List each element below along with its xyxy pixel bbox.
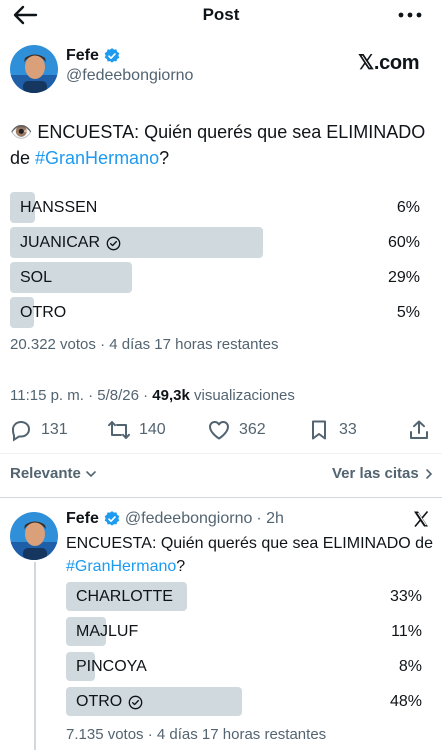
verified-badge-icon <box>104 48 120 63</box>
poll-option-label: SOL <box>20 269 53 286</box>
author-name[interactable]: Fefe <box>66 47 99 65</box>
poll-option: JUANICAR 60% <box>10 227 420 258</box>
thread-line <box>34 562 36 750</box>
author-info: Fefe @fedeebongiorno <box>66 47 193 85</box>
page-title: Post <box>202 5 240 24</box>
sort-dropdown[interactable]: Relevante <box>10 465 98 482</box>
avatar[interactable] <box>10 45 58 93</box>
poll-option: MAJLUF 11% <box>66 617 422 646</box>
poll-option: CHARLOTTE 33% <box>66 582 422 611</box>
poll-option-percent: 60% <box>387 234 420 251</box>
poll-option: HANSSEN 6% <box>10 192 420 223</box>
tweet-timestamp: 11:15 p. m. · 5/8/26 · 49,3k visualizaci… <box>10 387 295 404</box>
poll-option-percent: 8% <box>398 658 422 675</box>
poll-option-percent: 48% <box>389 693 422 710</box>
poll-option-label: HANSSEN <box>20 199 98 216</box>
reply-icon <box>11 420 31 442</box>
reply-button[interactable]: 131 <box>9 418 68 442</box>
chevron-right-icon <box>425 468 432 479</box>
verified-badge-icon <box>104 511 120 526</box>
repost-button[interactable]: 140 <box>107 418 166 442</box>
poll-option-percent: 11% <box>391 623 422 640</box>
poll-option-label: JUANICAR <box>20 234 121 252</box>
back-arrow-icon[interactable] <box>12 4 38 26</box>
quote-poll-meta: 7.135 votos · 4 días 17 horas restantes <box>66 726 327 743</box>
poll-option-label: CHARLOTTE <box>76 588 173 605</box>
quote-avatar[interactable] <box>10 512 58 560</box>
quote-hashtag-link[interactable]: #GranHermano <box>66 558 176 575</box>
divider <box>0 453 442 454</box>
poll-meta: 20.322 votos · 4 días 17 horas restantes <box>10 336 279 353</box>
poll-option: OTRO 48% <box>66 687 422 716</box>
reply-count: 131 <box>41 421 68 438</box>
quote-author-row: Fefe @fedeebongiorno · 2h <box>66 510 284 528</box>
poll-option-percent: 6% <box>396 199 420 216</box>
poll-option: PINCOYA 8% <box>66 652 422 681</box>
heart-icon <box>209 421 229 440</box>
bookmark-button[interactable]: 33 <box>307 418 357 442</box>
like-count: 362 <box>239 421 266 438</box>
poll-option-percent: 29% <box>387 269 420 286</box>
view-quotes-link[interactable]: Ver las citas <box>332 465 436 482</box>
top-bar: Post <box>0 0 442 34</box>
eye-emoji: 👁️ <box>10 122 33 142</box>
bookmark-count: 33 <box>339 421 357 438</box>
x-logo-icon <box>414 510 429 528</box>
poll-option: SOL 29% <box>10 262 420 293</box>
share-icon <box>410 420 428 439</box>
tweet-text: 👁️ ENCUESTA: Quién querés que sea ELIMIN… <box>10 122 426 168</box>
quote-time: · 2h <box>256 510 284 527</box>
poll-option-percent: 33% <box>389 588 422 605</box>
poll-option-label: PINCOYA <box>76 658 147 675</box>
views-count: 49,3k <box>152 387 190 404</box>
poll-option-percent: 5% <box>396 304 420 321</box>
source-logo: 𝕏.com <box>358 52 420 74</box>
hashtag-link[interactable]: #GranHermano <box>35 148 159 168</box>
author-handle[interactable]: @fedeebongiorno <box>66 67 193 85</box>
poll-option-label: OTRO <box>76 693 143 711</box>
share-button[interactable] <box>407 418 431 442</box>
quote-text: ENCUESTA: Quién querés que sea ELIMINADO… <box>66 535 433 575</box>
bookmark-icon <box>312 420 326 440</box>
poll-option-label: OTRO <box>20 304 67 321</box>
winner-check-icon <box>106 236 121 250</box>
winner-check-icon <box>128 695 143 709</box>
more-options-icon[interactable] <box>396 6 424 24</box>
quote-author-handle[interactable]: @fedeebongiorno <box>125 510 252 528</box>
repost-icon <box>108 421 130 439</box>
chevron-down-icon <box>86 470 96 477</box>
poll-option: OTRO 5% <box>10 297 420 328</box>
poll-option-label: MAJLUF <box>76 623 139 640</box>
repost-count: 140 <box>139 421 166 438</box>
quote-author-name[interactable]: Fefe <box>66 510 99 528</box>
like-button[interactable]: 362 <box>207 418 266 442</box>
